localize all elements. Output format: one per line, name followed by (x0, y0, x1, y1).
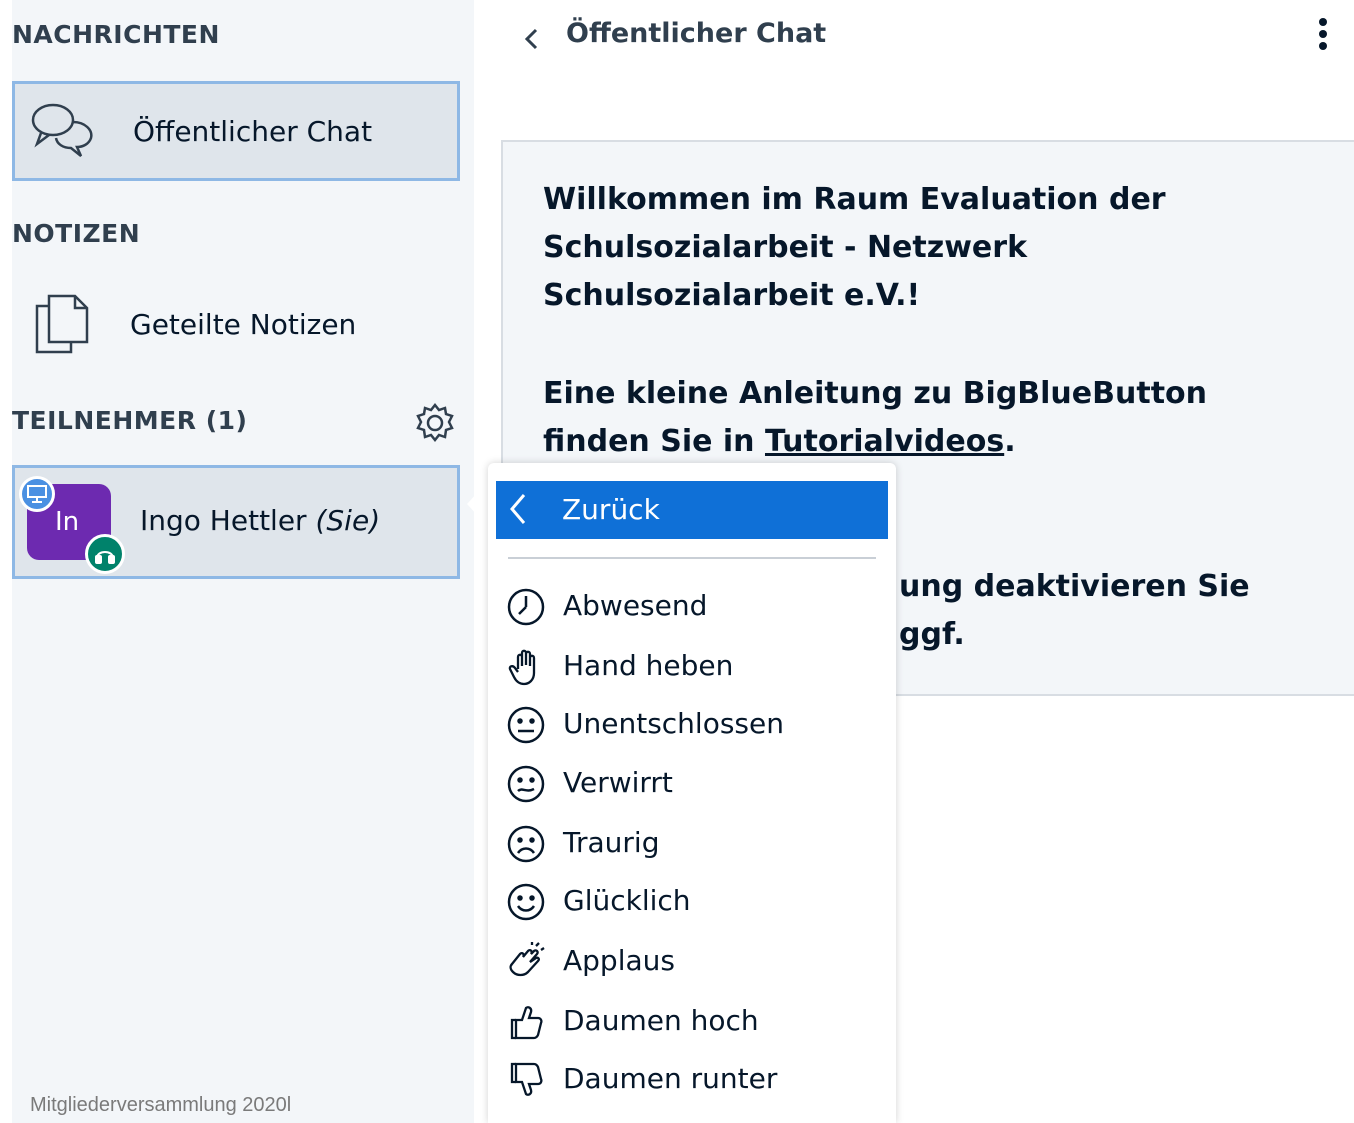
menu-item-thumbs-down[interactable]: Daumen runter (506, 1056, 886, 1104)
sidebar: NACHRICHTEN Öffentlicher Chat NOTIZEN Ge… (12, 0, 474, 1123)
document-icon (26, 289, 96, 359)
menu-item-undecided[interactable]: Unentschlossen (506, 701, 886, 749)
avatar-initials: In (55, 507, 80, 537)
welcome-text-partial: ung deaktivieren Sie ggf. (899, 569, 1250, 652)
chat-header: Öffentlicher Chat (474, 0, 1354, 80)
chevron-left-icon[interactable] (520, 22, 544, 56)
back-button[interactable]: Zurück (496, 481, 888, 539)
tutorial-text: Eine kleine Anleitung zu BigBlueButton f… (543, 370, 1323, 466)
applause-icon (506, 942, 546, 982)
confused-face-icon (506, 764, 546, 804)
clock-icon (506, 587, 546, 627)
status-menu: Zurück Abwesend Hand heben Unentschlosse… (488, 463, 896, 1123)
notes-section-title: NOTIZEN (12, 219, 141, 248)
back-label: Zurück (562, 493, 660, 526)
thumbs-down-icon (506, 1060, 546, 1100)
menu-item-label: Applaus (563, 944, 675, 977)
chat-title: Öffentlicher Chat (566, 18, 827, 49)
menu-item-raise-hand[interactable]: Hand heben (506, 643, 886, 691)
public-chat-label: Öffentlicher Chat (133, 114, 373, 148)
chat-bubbles-icon (29, 96, 99, 166)
menu-divider (508, 557, 876, 559)
headphones-icon (85, 534, 125, 574)
tutorial-link[interactable]: Tutorialvideos (765, 424, 1004, 459)
happy-face-icon (506, 882, 546, 922)
footer-caption: Mitgliederversammlung 2020l (30, 1094, 292, 1116)
gear-icon[interactable] (414, 402, 456, 444)
menu-pointer (467, 480, 489, 528)
menu-item-label: Abwesend (563, 589, 708, 622)
chevron-left-icon (506, 491, 530, 527)
sidebar-item-shared-notes[interactable]: Geteilte Notizen (12, 274, 460, 374)
participant-name: Ingo Hettler (Sie) (140, 504, 380, 537)
menu-item-sad[interactable]: Traurig (506, 820, 886, 868)
menu-item-label: Daumen runter (563, 1062, 778, 1095)
menu-item-label: Traurig (563, 826, 660, 859)
neutral-face-icon (506, 705, 546, 745)
participant-row[interactable]: In Ingo Hettler (Sie) (12, 465, 460, 579)
menu-item-label: Verwirrt (563, 766, 673, 799)
welcome-text: Willkommen im Raum Evaluation der Schuls… (543, 182, 1166, 313)
menu-item-label: Daumen hoch (563, 1004, 759, 1037)
messages-section-title: NACHRICHTEN (12, 20, 220, 49)
menu-item-thumbs-up[interactable]: Daumen hoch (506, 998, 886, 1046)
thumbs-up-icon (506, 1002, 546, 1042)
menu-item-confused[interactable]: Verwirrt (506, 760, 886, 808)
shared-notes-label: Geteilte Notizen (130, 307, 357, 341)
participants-section-title: TEILNEHMER (1) (12, 406, 248, 435)
menu-item-label: Hand heben (563, 649, 734, 682)
hand-icon (506, 647, 546, 687)
menu-item-away[interactable]: Abwesend (506, 583, 886, 631)
self-marker: (Sie) (315, 504, 381, 537)
menu-item-label: Unentschlossen (563, 707, 784, 740)
more-options-icon[interactable] (1310, 16, 1336, 56)
participant-name-text: Ingo Hettler (140, 504, 307, 537)
sidebar-item-public-chat[interactable]: Öffentlicher Chat (12, 81, 460, 181)
tutorial-text-suffix: . (1004, 424, 1016, 459)
menu-item-happy[interactable]: Glücklich (506, 878, 886, 926)
presenter-icon (19, 476, 55, 512)
sad-face-icon (506, 824, 546, 864)
menu-item-applause[interactable]: Applaus (506, 938, 886, 986)
menu-item-label: Glücklich (563, 884, 691, 917)
